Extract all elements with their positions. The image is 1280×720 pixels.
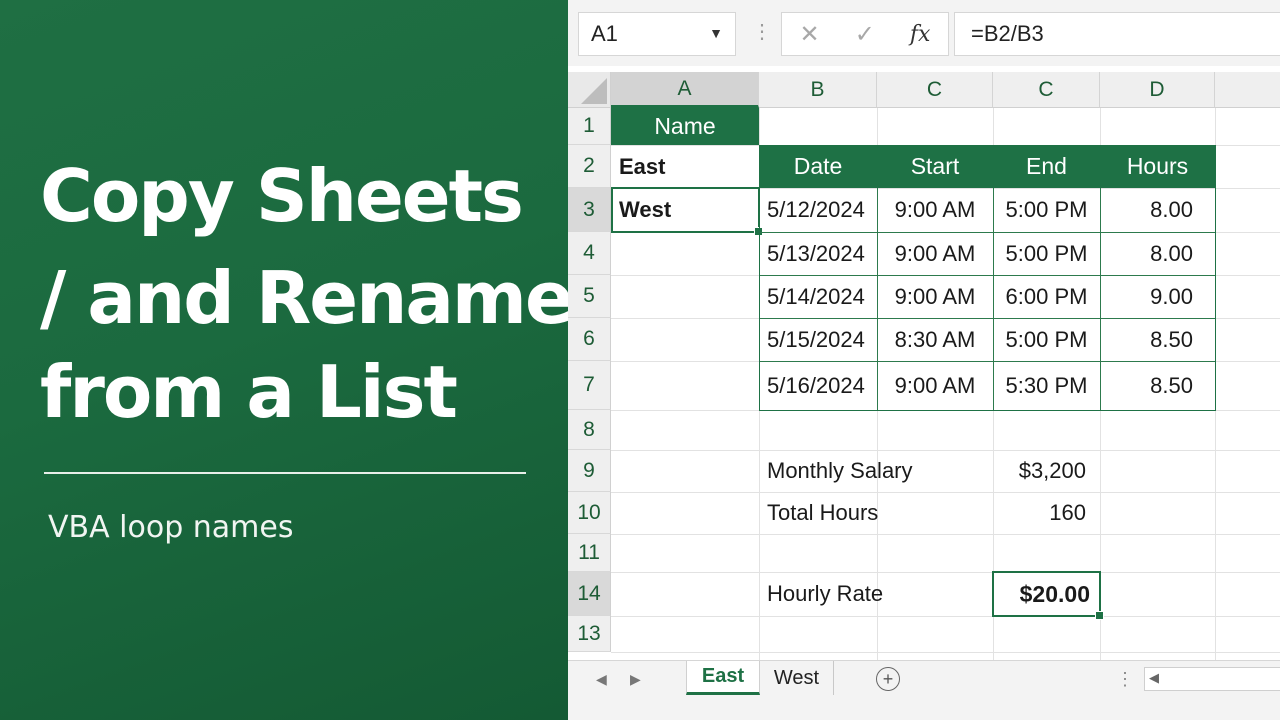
table-cell-end[interactable]: 6:00 PM <box>993 275 1100 318</box>
title-line-3: from a List <box>40 350 458 434</box>
row-header-1[interactable]: 1 <box>568 108 611 145</box>
row-header-4[interactable]: 4 <box>568 232 611 275</box>
chevron-down-icon[interactable]: ▼ <box>709 25 723 41</box>
gridline <box>611 410 1280 411</box>
row-header-14[interactable]: 14 <box>568 572 611 616</box>
row-header-3[interactable]: 3 <box>568 188 611 232</box>
column-header-c-2[interactable]: C <box>993 72 1100 108</box>
table-header-date[interactable]: Date <box>759 145 877 188</box>
scroll-tabs-right-icon[interactable]: ▶ <box>630 671 641 688</box>
table-cell-end[interactable]: 5:00 PM <box>993 232 1100 275</box>
table-border <box>993 188 994 410</box>
list-header-cell[interactable]: Name <box>611 108 759 145</box>
title-panel: Copy Sheets / and Rename / from a List V… <box>0 0 621 720</box>
cancel-icon[interactable]: ✕ <box>800 20 820 49</box>
list-item-east[interactable]: East <box>611 145 759 188</box>
table-header-end[interactable]: End <box>993 145 1100 188</box>
table-cell-hours[interactable]: 8.00 <box>1100 188 1215 232</box>
title-line-2: / and Rename / <box>40 256 621 340</box>
table-border <box>759 318 1215 319</box>
formula-value: =B2/B3 <box>971 21 1044 46</box>
table-cell-end[interactable]: 5:00 PM <box>993 318 1100 361</box>
row-header-11[interactable]: 11 <box>568 534 611 572</box>
gridline <box>611 652 1280 653</box>
table-cell-start[interactable]: 9:00 AM <box>877 275 993 318</box>
insert-function-icon[interactable]: fx <box>910 22 931 47</box>
tab-west[interactable]: West <box>760 661 834 695</box>
table-border <box>1100 188 1101 410</box>
table-header-hours[interactable]: Hours <box>1100 145 1215 188</box>
gridline <box>1215 108 1216 660</box>
row-header-9[interactable]: 9 <box>568 450 611 492</box>
subtitle: VBA loop names <box>48 510 294 545</box>
more-options-icon[interactable]: ⋮ <box>1116 669 1134 690</box>
hourly-rate-value[interactable]: $20.00 <box>993 572 1100 616</box>
more-options-icon[interactable]: ⋮ <box>752 22 772 42</box>
scroll-left-icon[interactable]: ◀ <box>1149 670 1159 686</box>
sheet-tab-bar: ◀ ▶ East West + ⋮ ◀ <box>568 660 1280 720</box>
table-cell-start[interactable]: 9:00 AM <box>877 232 993 275</box>
total-hours-value[interactable]: 160 <box>993 492 1100 534</box>
table-cell-hours[interactable]: 8.50 <box>1100 318 1215 361</box>
table-cell-end[interactable]: 5:00 PM <box>993 188 1100 232</box>
name-box[interactable]: A1 ▼ <box>578 12 736 56</box>
column-header-d[interactable]: D <box>1100 72 1215 108</box>
monthly-salary-value[interactable]: $3,200 <box>993 450 1100 492</box>
monthly-salary-label[interactable]: Monthly Salary <box>759 450 993 492</box>
table-cell-start[interactable]: 9:00 AM <box>877 361 993 410</box>
table-cell-date[interactable]: 5/12/2024 <box>759 188 877 232</box>
select-all-corner[interactable] <box>568 72 611 108</box>
table-cell-date[interactable]: 5/14/2024 <box>759 275 877 318</box>
horizontal-scrollbar[interactable]: ◀ <box>1144 667 1280 691</box>
table-border <box>759 275 1215 276</box>
gridline <box>611 616 1280 617</box>
name-box-value: A1 <box>591 21 618 46</box>
row-header-7[interactable]: 7 <box>568 361 611 410</box>
row-header-6[interactable]: 6 <box>568 318 611 361</box>
table-border <box>759 361 1215 362</box>
gridline <box>611 534 1280 535</box>
formula-buttons: ✕ ✓ fx <box>781 12 949 56</box>
title-line-1: Copy Sheets <box>40 154 524 238</box>
table-cell-hours[interactable]: 9.00 <box>1100 275 1215 318</box>
spreadsheet-window: A1 ▼ ⋮ ✕ ✓ fx =B2/B3 A B C C D 1 2 3 4 5… <box>568 0 1280 720</box>
table-border <box>877 188 878 410</box>
table-cell-start[interactable]: 9:00 AM <box>877 188 993 232</box>
table-border <box>759 232 1215 233</box>
worksheet-grid[interactable]: A B C C D 1 2 3 4 5 6 7 8 9 10 11 14 13 <box>568 66 1280 660</box>
table-cell-hours[interactable]: 8.50 <box>1100 361 1215 410</box>
title-divider <box>44 472 526 474</box>
column-header-c[interactable]: C <box>877 72 993 108</box>
table-header-start[interactable]: Start <box>877 145 993 188</box>
table-cell-date[interactable]: 5/13/2024 <box>759 232 877 275</box>
row-header-13[interactable]: 13 <box>568 616 611 652</box>
check-icon[interactable]: ✓ <box>855 20 875 49</box>
total-hours-label[interactable]: Total Hours <box>759 492 993 534</box>
table-cell-start[interactable]: 8:30 AM <box>877 318 993 361</box>
table-cell-date[interactable]: 5/15/2024 <box>759 318 877 361</box>
column-header-b[interactable]: B <box>759 72 877 108</box>
row-header-8[interactable]: 8 <box>568 410 611 450</box>
table-cell-end[interactable]: 5:30 PM <box>993 361 1100 410</box>
tab-east[interactable]: East <box>686 661 760 695</box>
scroll-tabs-left-icon[interactable]: ◀ <box>596 671 607 688</box>
row-header-5[interactable]: 5 <box>568 275 611 318</box>
list-item-west[interactable]: West <box>611 188 759 232</box>
column-header-a[interactable]: A <box>611 72 759 108</box>
column-header-blank[interactable] <box>1215 72 1280 108</box>
row-header-10[interactable]: 10 <box>568 492 611 534</box>
hourly-rate-label[interactable]: Hourly Rate <box>759 572 993 616</box>
add-sheet-icon[interactable]: + <box>876 667 900 691</box>
table-cell-date[interactable]: 5/16/2024 <box>759 361 877 410</box>
table-cell-hours[interactable]: 8.00 <box>1100 232 1215 275</box>
row-header-2[interactable]: 2 <box>568 145 611 188</box>
formula-bar[interactable]: =B2/B3 <box>954 12 1280 56</box>
